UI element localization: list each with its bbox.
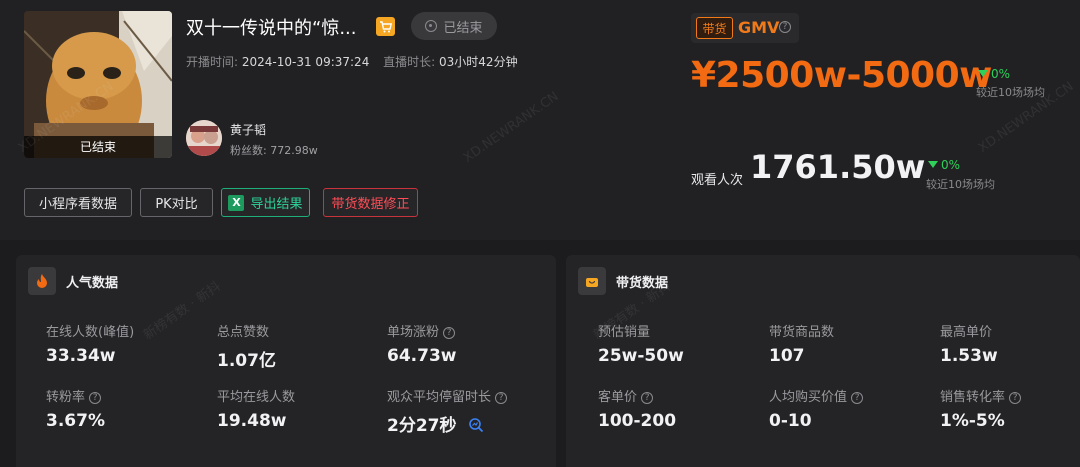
stat-total-likes: 总点赞数 1.07亿	[217, 321, 276, 371]
anchor-name[interactable]: 黄子韬	[230, 121, 266, 138]
stat-est-sales: 预估销量 25w-50w	[598, 321, 684, 366]
shopping-bag-icon	[578, 267, 606, 295]
stat-conversion: 销售转化率 ? 1%-5%	[940, 386, 1022, 431]
stat-label-text: 客单价	[598, 390, 638, 405]
ended-status-icon	[425, 20, 438, 32]
duration-label: 直播时长:	[383, 55, 436, 69]
stat-label: 销售转化率 ?	[940, 386, 1022, 405]
stat-label-text: 转粉率	[46, 390, 86, 405]
start-time-value: 2024-10-31 09:37:24	[241, 55, 370, 69]
export-label: 导出结果	[250, 197, 303, 212]
help-icon[interactable]: ?	[443, 326, 456, 339]
stat-value: 64.73w	[387, 346, 457, 366]
help-icon[interactable]: ?	[1009, 391, 1022, 404]
help-icon[interactable]: ?	[851, 391, 864, 404]
sales-header: 带货数据	[578, 267, 668, 295]
watermark: 新榜有数 · 新抖	[141, 279, 224, 344]
thumbnail-status-badge: 已结束	[24, 136, 172, 158]
fans-value: 772.98w	[270, 144, 318, 157]
stat-label: 总点赞数	[217, 325, 270, 340]
stat-label: 单场涨粉 ?	[387, 321, 456, 340]
stat-value: 33.34w	[46, 346, 116, 366]
stat-value-text: 2分27秒	[387, 416, 457, 436]
anchor-avatar[interactable]	[186, 120, 222, 156]
duration-value: 03小时42分钟	[439, 55, 518, 69]
stat-per-capita: 人均购买价值 ? 0-10	[769, 386, 864, 431]
stat-value: 0-10	[769, 411, 812, 431]
stat-fan-conversion: 转粉率 ? 3.67%	[46, 386, 105, 431]
viewers-delta: 0%	[928, 158, 960, 172]
magnify-chart-icon[interactable]	[468, 417, 484, 433]
popularity-header: 人气数据	[28, 267, 118, 295]
fans-label: 粉丝数:	[230, 144, 267, 157]
stat-value: 25w-50w	[598, 346, 684, 366]
viewers-delta-value: 0%	[941, 158, 961, 172]
live-thumbnail[interactable]: 已结束	[24, 11, 172, 158]
export-results-button[interactable]: X 导出结果	[221, 188, 310, 217]
pk-compare-button[interactable]: PK对比	[140, 188, 213, 217]
stat-avg-stay: 观众平均停留时长 ? 2分27秒	[387, 386, 508, 436]
help-icon[interactable]: ?	[641, 391, 654, 404]
viewers-compare-label: 较近10场场均	[926, 178, 995, 191]
help-icon[interactable]: ?	[495, 391, 508, 404]
live-meta: 开播时间: 2024-10-31 09:37:24 直播时长: 03小时42分钟	[186, 53, 528, 70]
stat-label: 预估销量	[598, 325, 651, 340]
stat-value: 1.53w	[940, 346, 998, 366]
stat-fans-gained: 单场涨粉 ? 64.73w	[387, 321, 456, 366]
live-status-text: 已结束	[443, 20, 483, 36]
gmv-delta-value: 0%	[991, 67, 1011, 81]
gmv-delta: 0%	[978, 67, 1010, 81]
down-arrow-icon	[928, 161, 938, 168]
sales-data-correction-button[interactable]: 带货数据修正	[323, 188, 418, 217]
stat-product-count: 带货商品数 107	[769, 321, 834, 366]
stat-label: 客单价 ?	[598, 386, 676, 405]
shopping-cart-icon	[376, 17, 395, 36]
sales-title: 带货数据	[616, 275, 669, 291]
excel-icon: X	[228, 194, 245, 211]
gmv-value: ¥2500w-5000w	[691, 55, 992, 96]
stat-label: 转粉率 ?	[46, 386, 105, 405]
stat-label: 平均在线人数	[217, 390, 296, 405]
stat-value: 3.67%	[46, 411, 105, 431]
gmv-sales-tag: 带货	[696, 17, 733, 39]
gmv-help-icon[interactable]: ?	[779, 21, 791, 33]
stat-max-price: 最高单价 1.53w	[940, 321, 998, 366]
stat-label: 带货商品数	[769, 325, 835, 340]
gmv-compare-label: 较近10场场均	[976, 86, 1045, 99]
stat-peak-online: 在线人数(峰值) 33.34w	[46, 321, 134, 366]
stat-avg-online: 平均在线人数 19.48w	[217, 386, 295, 431]
stat-value: 100-200	[598, 411, 677, 431]
avatar-image	[186, 120, 222, 156]
help-icon[interactable]: ?	[89, 391, 102, 404]
live-status-pill: 已结束	[411, 12, 497, 40]
fire-icon	[28, 267, 56, 295]
stat-label: 最高单价	[940, 325, 993, 340]
stat-value: 2分27秒	[387, 411, 507, 436]
popularity-panel: 人气数据 在线人数(峰值) 33.34w 总点赞数 1.07亿 单场涨粉 ? 6…	[16, 255, 556, 467]
viewers-label: 观看人次	[691, 173, 744, 188]
stat-label-text: 销售转化率	[940, 390, 1006, 405]
stat-value: 19.48w	[217, 411, 287, 431]
stat-label: 观众平均停留时长 ?	[387, 386, 508, 405]
stat-label-text: 单场涨粉	[387, 325, 440, 340]
stat-value: 1.07亿	[217, 351, 276, 371]
stat-value: 1%-5%	[940, 411, 1005, 431]
start-time-label: 开播时间:	[186, 55, 239, 69]
stat-label: 人均购买价值 ?	[769, 386, 864, 405]
sales-panel: 带货数据 预估销量 25w-50w 带货商品数 107 最高单价 1.53w 客…	[566, 255, 1080, 467]
stat-label: 在线人数(峰值)	[46, 325, 135, 340]
stat-unit-price: 客单价 ? 100-200	[598, 386, 676, 431]
mini-program-data-button[interactable]: 小程序看数据	[24, 188, 132, 217]
anchor-fans: 粉丝数: 772.98w	[230, 142, 318, 158]
popularity-title: 人气数据	[66, 275, 119, 291]
stat-value: 107	[769, 346, 805, 366]
live-title[interactable]: 双十一传说中的“惊...	[186, 14, 357, 40]
stat-label-text: 人均购买价值	[769, 390, 848, 405]
down-arrow-icon	[978, 70, 988, 77]
gmv-label: GMV	[738, 18, 780, 37]
viewers-value: 1761.50w	[750, 148, 926, 186]
stat-label-text: 观众平均停留时长	[387, 390, 492, 405]
